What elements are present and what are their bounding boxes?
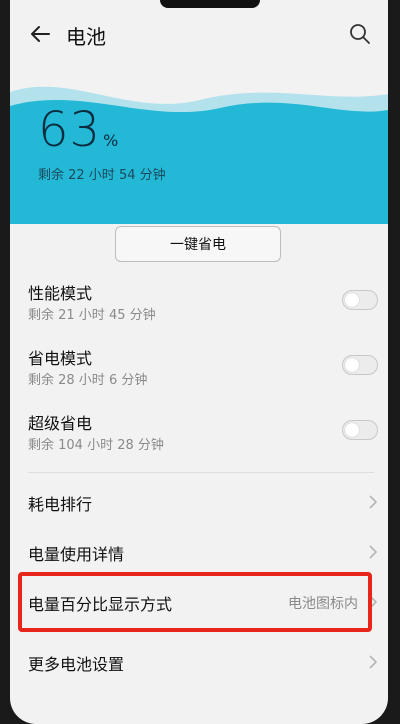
chevron-right-icon bbox=[369, 655, 378, 669]
toggle-knob bbox=[345, 358, 359, 372]
camera-notch bbox=[160, 0, 260, 8]
mode-title: 省电模式 bbox=[28, 349, 93, 368]
search-button[interactable] bbox=[344, 18, 376, 50]
battery-level-panel: 63% 剩余 22 小时 54 分钟 bbox=[10, 62, 388, 224]
power-saving-mode-row[interactable]: 省电模式 剩余 28 小时 6 分钟 bbox=[28, 345, 378, 405]
menu-item-label: 更多电池设置 bbox=[28, 655, 125, 674]
menu-item-label: 耗电排行 bbox=[28, 495, 93, 514]
remaining-time: 剩余 22 小时 54 分钟 bbox=[38, 168, 166, 183]
mode-title: 超级省电 bbox=[28, 414, 93, 433]
battery-settings-screen: 电池 63% 剩余 22 小时 54 分钟 一键省电 性能模式 剩余 21 小时… bbox=[10, 0, 388, 724]
section-divider bbox=[28, 472, 374, 473]
battery-percent-value: 63 bbox=[38, 102, 102, 158]
search-icon bbox=[350, 24, 370, 44]
mode-subtitle: 剩余 104 小时 28 分钟 bbox=[28, 438, 164, 453]
percent-sign: % bbox=[103, 131, 119, 150]
page-title: 电池 bbox=[66, 25, 106, 49]
menu-item-more-battery-settings[interactable]: 更多电池设置 bbox=[10, 636, 388, 688]
chevron-right-icon bbox=[369, 495, 378, 509]
back-button[interactable] bbox=[24, 18, 56, 50]
toggle-knob bbox=[345, 423, 359, 437]
mode-subtitle: 剩余 21 小时 45 分钟 bbox=[28, 308, 156, 323]
chevron-right-icon bbox=[369, 545, 378, 559]
one-tap-power-save-button[interactable]: 一键省电 bbox=[115, 226, 281, 262]
back-arrow-icon bbox=[31, 26, 50, 42]
header: 电池 bbox=[10, 12, 388, 56]
menu-item-label: 电量使用详情 bbox=[28, 545, 125, 564]
performance-mode-toggle[interactable] bbox=[342, 290, 378, 310]
highlight-annotation-box bbox=[18, 572, 372, 632]
ultra-power-saving-row[interactable]: 超级省电 剩余 104 小时 28 分钟 bbox=[28, 410, 378, 470]
menu-item-power-consumption-ranking[interactable]: 耗电排行 bbox=[10, 476, 388, 528]
menu-item-usage-details[interactable]: 电量使用详情 bbox=[10, 526, 388, 578]
toggle-knob bbox=[345, 293, 359, 307]
performance-mode-row[interactable]: 性能模式 剩余 21 小时 45 分钟 bbox=[28, 280, 378, 340]
battery-percentage: 63% bbox=[38, 102, 118, 158]
power-saving-mode-toggle[interactable] bbox=[342, 355, 378, 375]
mode-subtitle: 剩余 28 小时 6 分钟 bbox=[28, 373, 148, 388]
ultra-power-saving-toggle[interactable] bbox=[342, 420, 378, 440]
mode-title: 性能模式 bbox=[28, 284, 93, 303]
